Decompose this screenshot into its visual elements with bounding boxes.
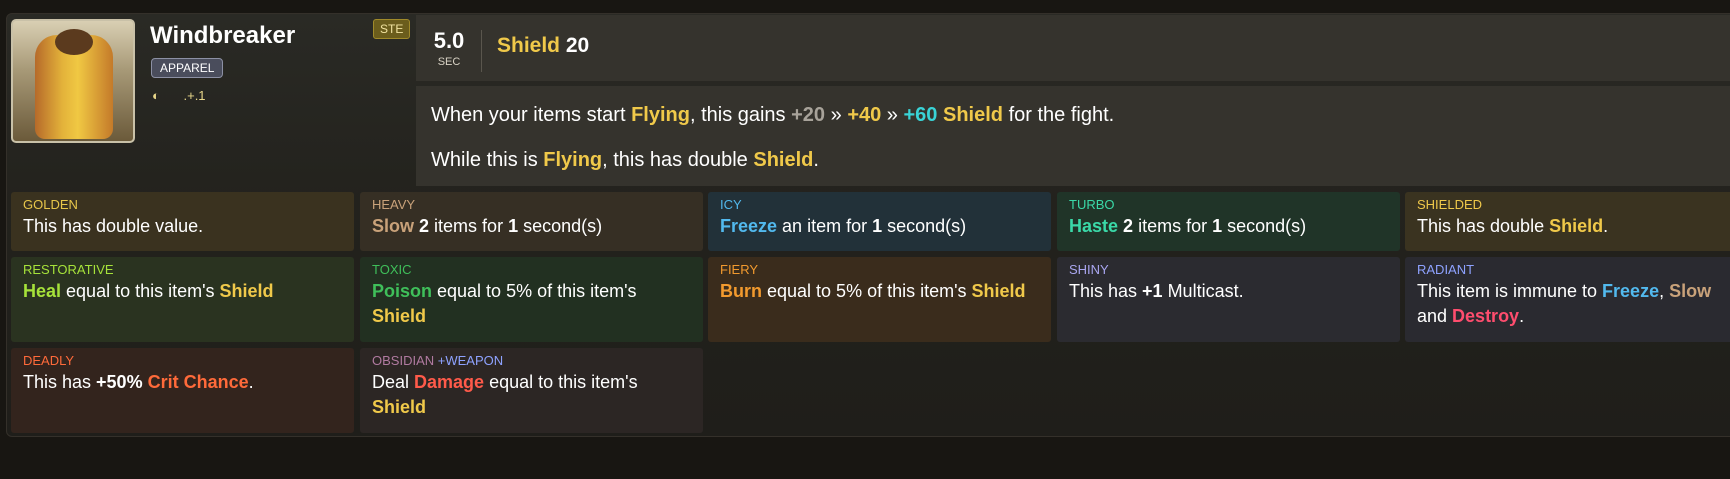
tier-text: .+.1 bbox=[183, 88, 206, 103]
enchant-restorative[interactable]: RESTORATIVE Heal equal to this item's Sh… bbox=[11, 257, 354, 342]
enchant-icy[interactable]: ICY Freeze an item for 1 second(s) bbox=[708, 192, 1051, 251]
enchant-golden[interactable]: GOLDEN This has double value. bbox=[11, 192, 354, 251]
enchant-label: TOXIC bbox=[372, 262, 412, 277]
enchant-heavy[interactable]: HEAVY Slow 2 items for 1 second(s) bbox=[360, 192, 703, 251]
size-badge: STE bbox=[373, 19, 411, 39]
enchant-text: Heal equal to this item's Shield bbox=[23, 281, 274, 301]
enchant-text: This has +1 Multicast. bbox=[1069, 281, 1244, 301]
enchant-radiant[interactable]: RADIANT This item is immune to Freeze, S… bbox=[1405, 257, 1730, 342]
enchant-deadly[interactable]: DEADLY This has +50% Crit Chance. bbox=[11, 348, 354, 433]
enchant-text: Slow 2 items for 1 second(s) bbox=[372, 216, 603, 236]
jacket-collar bbox=[55, 29, 93, 55]
description-line-2: While this is Flying, this has double Sh… bbox=[431, 149, 819, 171]
stat-bar bbox=[416, 15, 1730, 81]
enchant-shiny[interactable]: SHINY This has +1 Multicast. bbox=[1057, 257, 1400, 342]
enchant-text: Haste 2 items for 1 second(s) bbox=[1069, 216, 1307, 236]
tier-row: ◐ .+.1 bbox=[152, 88, 226, 103]
enchant-text: This item is immune to Freeze, Slow and … bbox=[1417, 281, 1712, 326]
enchant-label: GOLDEN bbox=[23, 197, 78, 212]
enchant-text: Poison equal to 5% of this item's Shield bbox=[372, 281, 637, 326]
enchant-label: SHINY bbox=[1069, 262, 1109, 277]
enchant-label: TURBO bbox=[1069, 197, 1115, 212]
enchant-fiery[interactable]: FIERY Burn equal to 5% of this item's Sh… bbox=[708, 257, 1051, 342]
shield-stat-value: 20 bbox=[565, 34, 590, 57]
item-name: Windbreaker bbox=[150, 22, 296, 49]
enchant-label: OBSIDIAN +WEAPON bbox=[372, 353, 504, 368]
item-portrait bbox=[11, 19, 135, 143]
enchant-obsidian[interactable]: OBSIDIAN +WEAPON Deal Damage equal to th… bbox=[360, 348, 703, 433]
enchant-label: RADIANT bbox=[1417, 262, 1475, 277]
enchant-label: FIERY bbox=[720, 262, 759, 277]
enchant-text: Deal Damage equal to this item's Shield bbox=[372, 372, 638, 417]
enchant-text: Burn equal to 5% of this item's Shield bbox=[720, 281, 1026, 301]
cooldown-unit: SEC bbox=[437, 56, 461, 68]
cooldown: 5.0 SEC bbox=[432, 28, 466, 68]
enchant-label: RESTORATIVE bbox=[23, 262, 114, 277]
enchant-label: ICY bbox=[720, 197, 742, 212]
description-line-1: When your items start Flying, this gains… bbox=[431, 104, 1115, 126]
cooldown-value: 5.0 bbox=[433, 28, 465, 53]
enchant-label: HEAVY bbox=[372, 197, 416, 212]
enchant-label: DEADLY bbox=[23, 353, 75, 368]
enchant-turbo[interactable]: TURBO Haste 2 items for 1 second(s) bbox=[1057, 192, 1400, 251]
enchant-label: SHIELDED bbox=[1417, 197, 1483, 212]
shield-icon: ◐ bbox=[152, 88, 160, 103]
enchant-text: This has double value. bbox=[23, 216, 204, 236]
enchant-text: Freeze an item for 1 second(s) bbox=[720, 216, 967, 236]
enchant-text: This has +50% Crit Chance. bbox=[23, 372, 254, 392]
enchant-shielded[interactable]: SHIELDED This has double Shield. bbox=[1405, 192, 1730, 251]
shield-stat: Shield 20 bbox=[497, 34, 589, 58]
type-badge[interactable]: APPAREL bbox=[151, 58, 224, 78]
shield-stat-label: Shield bbox=[497, 34, 561, 57]
enchant-text: This has double Shield. bbox=[1417, 216, 1609, 236]
stat-divider bbox=[481, 30, 482, 72]
enchant-toxic[interactable]: TOXIC Poison equal to 5% of this item's … bbox=[360, 257, 703, 342]
